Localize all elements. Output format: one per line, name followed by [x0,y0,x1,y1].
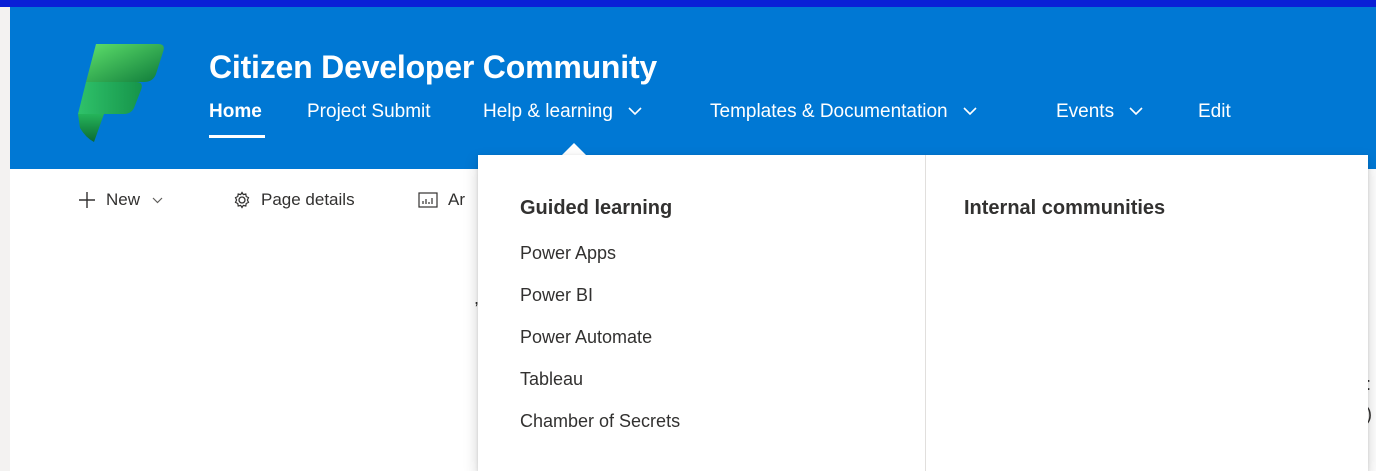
flyout-link-power-automate[interactable]: Power Automate [520,327,652,348]
chevron-down-icon [628,107,642,116]
chevron-down-icon [963,107,977,116]
flyout-beak [562,143,586,155]
page-details-label: Page details [261,190,355,209]
nav-item-label: Events [1056,101,1115,122]
top-accent-strip [0,0,1376,7]
nav-item-label: Templates & Documentation [710,101,948,122]
site-header: Citizen Developer Community Home Project… [10,7,1376,169]
plus-icon [79,192,95,208]
analytics-icon [418,192,438,208]
internal-communities-heading: Internal communities [964,197,1166,219]
nav-item-help-learning[interactable]: Help & learning [483,101,642,123]
analytics-label: Ar [448,190,465,209]
analytics-button[interactable]: Ar [418,190,465,210]
site-title[interactable]: Citizen Developer Community [209,49,657,86]
flyout-link-power-apps[interactable]: Power Apps [520,243,616,264]
nav-item-label: Home [209,101,262,122]
chevron-down-icon [1129,107,1143,116]
chevron-down-icon [152,197,163,203]
flyout-link-chamber-of-secrets[interactable]: Chamber of Secrets [520,411,680,432]
active-nav-underline [209,135,265,138]
flyout-link-power-bi[interactable]: Power BI [520,285,593,306]
nav-item-home[interactable]: Home [209,101,265,138]
guided-learning-heading: Guided learning [520,197,673,219]
left-gutter [0,7,10,471]
power-platform-logo-icon[interactable] [74,42,170,142]
page-details-button[interactable]: Page details [233,190,355,210]
help-learning-flyout-menu: Guided learning Power Apps Power BI Powe… [478,155,1368,471]
nav-item-project-submit[interactable]: Project Submit [307,101,431,123]
nav-item-label: Project Submit [307,101,431,122]
nav-item-edit[interactable]: Edit [1198,101,1231,123]
gear-icon [234,191,250,209]
flyout-column-divider [925,155,926,471]
nav-item-events[interactable]: Events [1056,101,1143,123]
nav-item-label: Help & learning [483,101,613,122]
new-label: New [106,190,141,209]
nav-item-templates-documentation[interactable]: Templates & Documentation [710,101,977,123]
flyout-link-tableau[interactable]: Tableau [520,369,583,390]
nav-item-label: Edit [1198,101,1231,122]
new-button[interactable]: New [78,190,173,210]
